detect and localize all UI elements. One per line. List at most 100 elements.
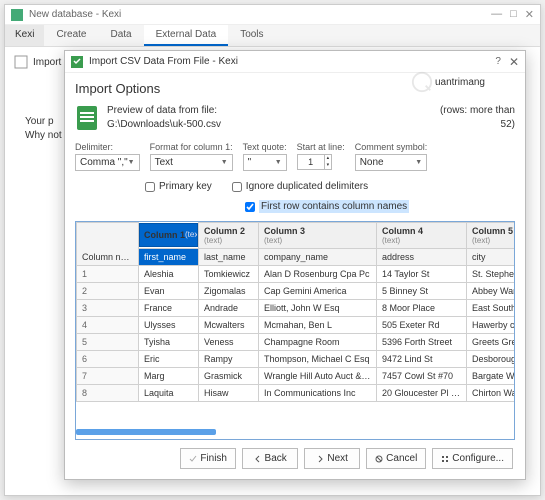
start-line-stepper[interactable]: ▴▾ bbox=[297, 154, 345, 170]
table-row[interactable]: 4UlyssesMcwaltersMcmahan, Ben L505 Exete… bbox=[77, 317, 516, 334]
cell[interactable]: Tyisha bbox=[139, 334, 199, 351]
horizontal-scrollbar[interactable] bbox=[76, 429, 216, 435]
table-row[interactable]: 8LaquitaHisawIn Communications Inc20 Glo… bbox=[77, 385, 516, 402]
cell[interactable]: Grasmick bbox=[199, 368, 259, 385]
cell[interactable]: Hisaw bbox=[199, 385, 259, 402]
cell[interactable]: Ulysses bbox=[139, 317, 199, 334]
cell[interactable]: Laquita bbox=[139, 385, 199, 402]
cell[interactable]: Rampy bbox=[199, 351, 259, 368]
dialog-icon bbox=[71, 56, 83, 68]
table-row[interactable]: 5TyishaVenessChampagne Room5396 Forth St… bbox=[77, 334, 516, 351]
next-button[interactable]: Next bbox=[304, 448, 360, 469]
cell[interactable]: Hawerby cum Beesby bbox=[467, 317, 516, 334]
cell[interactable]: Wrangle Hill Auto Auct & Slvg bbox=[259, 368, 377, 385]
import-dialog: Import CSV Data From File - Kexi ? ✕ uan… bbox=[64, 50, 526, 480]
col-header-1[interactable]: Column 1(text) bbox=[139, 223, 198, 247]
cell[interactable]: 7457 Cowl St #70 bbox=[377, 368, 467, 385]
cell[interactable]: 5396 Forth Street bbox=[377, 334, 467, 351]
primary-key-check[interactable]: Primary key bbox=[145, 181, 212, 192]
cell[interactable]: East Southbourne and Tuckton bbox=[467, 300, 516, 317]
col-header-2[interactable]: Column 2(text) bbox=[199, 223, 259, 249]
cell[interactable]: 20 Gloucester Pl #96 bbox=[377, 385, 467, 402]
table-row[interactable]: 7MargGrasmickWrangle Hill Auto Auct & Sl… bbox=[77, 368, 516, 385]
table-row[interactable]: 6EricRampyThompson, Michael C Esq9472 Li… bbox=[77, 351, 516, 368]
row-number: 8 bbox=[77, 385, 139, 402]
cell[interactable]: Alan D Rosenburg Cpa Pc bbox=[259, 266, 377, 283]
cell[interactable]: Tomkiewicz bbox=[199, 266, 259, 283]
cell[interactable]: Andrade bbox=[199, 300, 259, 317]
quote-select[interactable]: "▼ bbox=[243, 154, 287, 171]
opt-comment: Comment symbol: None▼ bbox=[355, 142, 428, 171]
cell[interactable]: St. Stephens Ward bbox=[467, 266, 516, 283]
cell[interactable]: Mcmahan, Ben L bbox=[259, 317, 377, 334]
cell[interactable]: In Communications Inc bbox=[259, 385, 377, 402]
table-row[interactable]: 1AleshiaTomkiewiczAlan D Rosenburg Cpa P… bbox=[77, 266, 516, 283]
cell[interactable]: 8 Moor Place bbox=[377, 300, 467, 317]
cell[interactable]: France bbox=[139, 300, 199, 317]
cell[interactable]: 505 Exeter Rd bbox=[377, 317, 467, 334]
tab-external-data[interactable]: External Data bbox=[144, 25, 229, 46]
cell[interactable]: Zigomalas bbox=[199, 283, 259, 300]
cell[interactable]: Aleshia bbox=[139, 266, 199, 283]
first-row-check[interactable]: First row contains column names bbox=[245, 200, 409, 213]
tab-data[interactable]: Data bbox=[98, 25, 143, 46]
col-header-4[interactable]: Column 4(text) bbox=[377, 223, 467, 249]
field-name-4[interactable]: address bbox=[377, 249, 467, 266]
cell[interactable]: Bargate Ward bbox=[467, 368, 516, 385]
table-row[interactable]: 3FranceAndradeElliott, John W Esq8 Moor … bbox=[77, 300, 516, 317]
start-line-input[interactable] bbox=[297, 154, 325, 170]
cell[interactable]: Champagne Room bbox=[259, 334, 377, 351]
tab-create[interactable]: Create bbox=[44, 25, 98, 46]
help-icon[interactable]: ? bbox=[495, 56, 501, 67]
preview-table-wrap[interactable]: Column name Column 1(text) Column 2(text… bbox=[75, 221, 515, 440]
comment-select[interactable]: None▼ bbox=[355, 154, 428, 171]
chevron-down-icon: ▼ bbox=[275, 159, 282, 166]
step-down-icon[interactable]: ▾ bbox=[325, 162, 332, 169]
close-icon[interactable]: ✕ bbox=[525, 8, 534, 21]
step-up-icon[interactable]: ▴ bbox=[325, 155, 332, 162]
configure-button[interactable]: Configure... bbox=[432, 448, 513, 469]
chevron-down-icon: ▼ bbox=[221, 159, 228, 166]
cell[interactable]: Thompson, Michael C Esq bbox=[259, 351, 377, 368]
dialog-body: uantrimang Import Options Preview of dat… bbox=[65, 73, 525, 479]
dialog-heading: Import Options bbox=[75, 81, 515, 96]
cell[interactable]: Desborough bbox=[467, 351, 516, 368]
ignore-dup-check[interactable]: Ignore duplicated delimiters bbox=[232, 181, 368, 192]
cell[interactable]: Greets Green and Lyng Ward bbox=[467, 334, 516, 351]
row-number: 6 bbox=[77, 351, 139, 368]
back-button[interactable]: Back bbox=[242, 448, 298, 469]
kexi-app-icon bbox=[11, 9, 23, 21]
opt-delimiter: Delimiter: Comma ","▼ bbox=[75, 142, 140, 171]
format-select[interactable]: Text▼ bbox=[150, 154, 233, 171]
cell[interactable]: Cap Gemini America bbox=[259, 283, 377, 300]
header-row-fields: first_name last_name company_name addres… bbox=[77, 249, 516, 266]
finish-button[interactable]: Finish bbox=[180, 448, 236, 469]
col-header-5[interactable]: Column 5(text) bbox=[467, 223, 516, 249]
delimiter-select[interactable]: Comma ","▼ bbox=[75, 154, 140, 171]
col-header-3[interactable]: Column 3(text) bbox=[259, 223, 377, 249]
cell[interactable]: Veness bbox=[199, 334, 259, 351]
cell[interactable]: Elliott, John W Esq bbox=[259, 300, 377, 317]
cell[interactable]: Evan bbox=[139, 283, 199, 300]
maximize-icon[interactable]: □ bbox=[510, 8, 517, 21]
kexi-menu-tab[interactable]: Kexi bbox=[5, 25, 44, 46]
dialog-close-icon[interactable]: ✕ bbox=[509, 55, 519, 69]
field-name-5[interactable]: city bbox=[467, 249, 516, 266]
field-name-2[interactable]: last_name bbox=[199, 249, 259, 266]
cell[interactable]: 14 Taylor St bbox=[377, 266, 467, 283]
cell[interactable]: 5 Binney St bbox=[377, 283, 467, 300]
cell[interactable]: Marg bbox=[139, 368, 199, 385]
cell[interactable]: Eric bbox=[139, 351, 199, 368]
cell[interactable]: Chirton Ward bbox=[467, 385, 516, 402]
header-row-types: Column name Column 1(text) Column 2(text… bbox=[77, 223, 516, 249]
field-name-1[interactable]: first_name bbox=[139, 249, 199, 266]
cell[interactable]: Mcwalters bbox=[199, 317, 259, 334]
field-name-3[interactable]: company_name bbox=[259, 249, 377, 266]
minimize-icon[interactable]: — bbox=[491, 8, 502, 21]
table-row[interactable]: 2EvanZigomalasCap Gemini America5 Binney… bbox=[77, 283, 516, 300]
cancel-button[interactable]: Cancel bbox=[366, 448, 426, 469]
cell[interactable]: Abbey Ward bbox=[467, 283, 516, 300]
cell[interactable]: 9472 Lind St bbox=[377, 351, 467, 368]
tab-tools[interactable]: Tools bbox=[228, 25, 275, 46]
row-number: 5 bbox=[77, 334, 139, 351]
